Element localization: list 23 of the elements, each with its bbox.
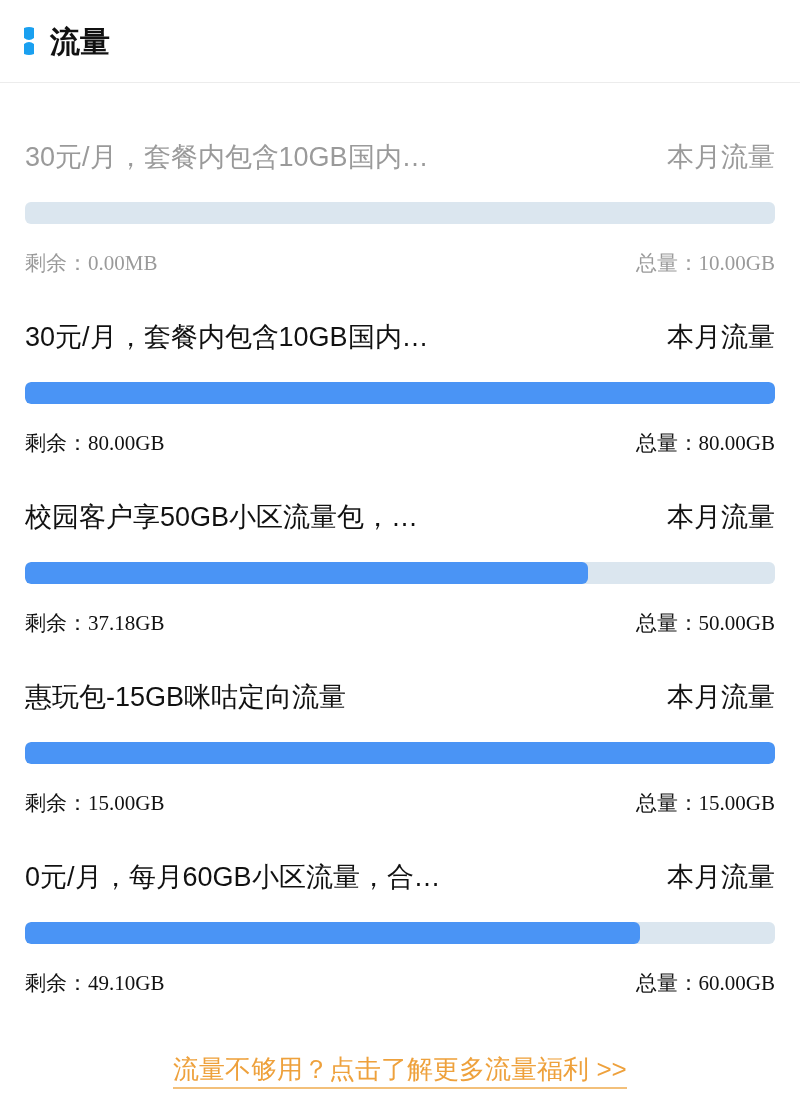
period-label: 本月流量 xyxy=(667,860,775,894)
package-name: 30元/月，套餐内包含10GB国内… xyxy=(25,140,429,174)
page-title: 流量 xyxy=(50,23,110,60)
period-label: 本月流量 xyxy=(667,140,775,174)
total-amount: 总量：60.00GB xyxy=(635,970,775,997)
remaining-amount: 剩余：15.00GB xyxy=(25,790,165,817)
remaining-amount: 剩余：80.00GB xyxy=(25,430,165,457)
remaining-amount: 剩余：0.00MB xyxy=(25,250,158,277)
package-name: 0元/月，每月60GB小区流量，合… xyxy=(25,860,441,894)
total-amount: 总量：10.00GB xyxy=(635,250,775,277)
remaining-amount: 剩余：37.18GB xyxy=(25,610,165,637)
remaining-amount: 剩余：49.10GB xyxy=(25,970,165,997)
total-amount: 总量：50.00GB xyxy=(635,610,775,637)
period-label: 本月流量 xyxy=(667,500,775,534)
package-name: 30元/月，套餐内包含10GB国内… xyxy=(25,320,429,354)
total-amount: 总量：80.00GB xyxy=(635,430,775,457)
more-data-offers-link[interactable]: 流量不够用？点击了解更多流量福利 >> xyxy=(173,1051,627,1089)
logo-icon xyxy=(22,26,36,56)
package-name: 惠玩包-15GB咪咕定向流量 xyxy=(25,680,347,714)
total-amount: 总量：15.00GB xyxy=(635,790,775,817)
period-label: 本月流量 xyxy=(667,320,775,354)
period-label: 本月流量 xyxy=(667,680,775,714)
package-name: 校园客户享50GB小区流量包，… xyxy=(25,500,419,534)
